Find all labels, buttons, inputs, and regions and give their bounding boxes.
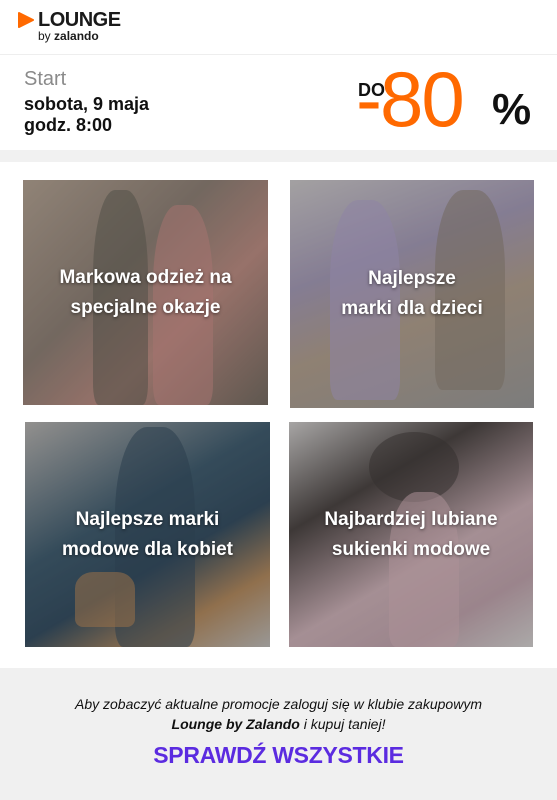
logo-name: LOUNGE <box>38 9 121 31</box>
footer-brand: Lounge by Zalando <box>171 716 300 732</box>
promo-date-day: sobota, 9 maja <box>24 94 150 114</box>
logo-subtitle: by zalando <box>38 30 99 42</box>
footer-text: Aby zobaczyć aktualne promocje zaloguj s… <box>0 694 557 734</box>
tile-label-line: marki dla dzieci <box>341 298 483 319</box>
section-divider <box>0 150 557 162</box>
tile-label-line: sukienki modowe <box>331 538 491 560</box>
footer: Aby zobaczyć aktualne promocje zaloguj s… <box>0 668 557 800</box>
tile-label-line: Najlepsze <box>368 268 456 289</box>
tile-women-brands[interactable]: Najlepsze marki modowe dla kobiet <box>25 422 270 647</box>
logo-partner: zalando <box>54 29 99 43</box>
tile-label-line: Najbardziej lubiane <box>324 508 498 530</box>
promo-date-time: godz. 8:00 <box>24 115 113 135</box>
tile-label-line: specjalne okazje <box>70 296 221 318</box>
promo-banner: Start sobota, 9 maja godz. 8:00 DO -80 % <box>0 56 557 148</box>
promo-date: sobota, 9 maja godz. 8:00 <box>24 94 149 136</box>
tile-label: Najbardziej lubiane sukienki modowe <box>289 505 533 565</box>
footer-text-line1: Aby zobaczyć aktualne promocje zaloguj s… <box>75 696 482 712</box>
tile-label: Najlepsze marki modowe dla kobiet <box>25 505 270 565</box>
check-all-button[interactable]: SPRAWDŹ WSZYSTKIE <box>0 742 557 769</box>
tile-label: Najlepsze marki dla dzieci <box>290 264 534 324</box>
footer-text-rest: i kupuj taniej! <box>299 716 386 732</box>
promo-percent-sign: % <box>492 85 532 134</box>
tile-label-line: Najlepsze marki <box>75 508 220 530</box>
footer-text-line2: Lounge by Zalando i kupuj taniej! <box>0 714 557 734</box>
promo-start-label: Start <box>24 68 67 90</box>
tile-occasion-wear[interactable]: Markowa odzież na specjalne okazje <box>23 180 268 405</box>
header: LOUNGE by zalando <box>0 0 557 55</box>
tile-label-line: modowe dla kobiet <box>61 538 234 560</box>
promo-discount: -80 <box>356 55 465 143</box>
tile-popular-dresses[interactable]: Najbardziej lubiane sukienki modowe <box>289 422 533 647</box>
lounge-logo-icon <box>18 12 34 28</box>
tile-label: Markowa odzież na specjalne okazje <box>23 263 268 323</box>
logo-by: by <box>38 29 51 43</box>
tile-label-line: Markowa odzież na <box>59 266 232 288</box>
tile-kids-brands[interactable]: Najlepsze marki dla dzieci <box>290 180 534 408</box>
